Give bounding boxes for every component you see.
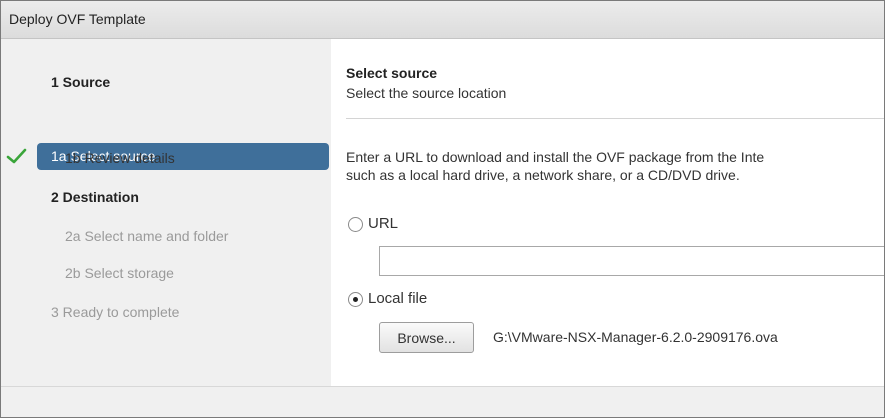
url-input[interactable]	[379, 246, 884, 276]
step-review-details[interactable]: 1b Review details	[65, 150, 175, 166]
local-file-radio-label[interactable]: Local file	[368, 290, 427, 307]
step-select-name-folder: 2a Select name and folder	[65, 228, 229, 244]
step-destination: 2 Destination	[51, 189, 139, 205]
section-title: Select source	[346, 65, 438, 81]
checkmark-icon	[6, 148, 27, 164]
main-content: Select source Select the source location…	[346, 39, 884, 386]
deploy-ovf-dialog: Deploy OVF Template 1 Source 1a Select s…	[0, 0, 885, 418]
radio-selected-dot	[353, 297, 358, 302]
step-source: 1 Source	[51, 74, 111, 90]
url-radio-label[interactable]: URL	[368, 215, 398, 232]
url-radio[interactable]	[348, 217, 363, 232]
local-file-radio[interactable]	[348, 292, 363, 307]
wizard-steps-sidebar: 1 Source 1a Select source 1b Review deta…	[1, 39, 331, 386]
description-line-1: Enter a URL to download and install the …	[346, 149, 765, 165]
title-bar: Deploy OVF Template	[1, 1, 884, 39]
divider	[346, 118, 884, 119]
step-ready-to-complete: 3 Ready to complete	[51, 304, 180, 320]
selected-file-path: G:\VMware-NSX-Manager-6.2.0-2909176.ova	[493, 329, 778, 345]
step-select-storage: 2b Select storage	[65, 265, 174, 281]
section-subtitle: Select the source location	[346, 85, 507, 101]
footer-bar	[1, 386, 884, 417]
browse-button[interactable]: Browse...	[379, 322, 474, 353]
dialog-title: Deploy OVF Template	[9, 11, 146, 27]
description-line-2: such as a local hard drive, a network sh…	[346, 167, 740, 183]
